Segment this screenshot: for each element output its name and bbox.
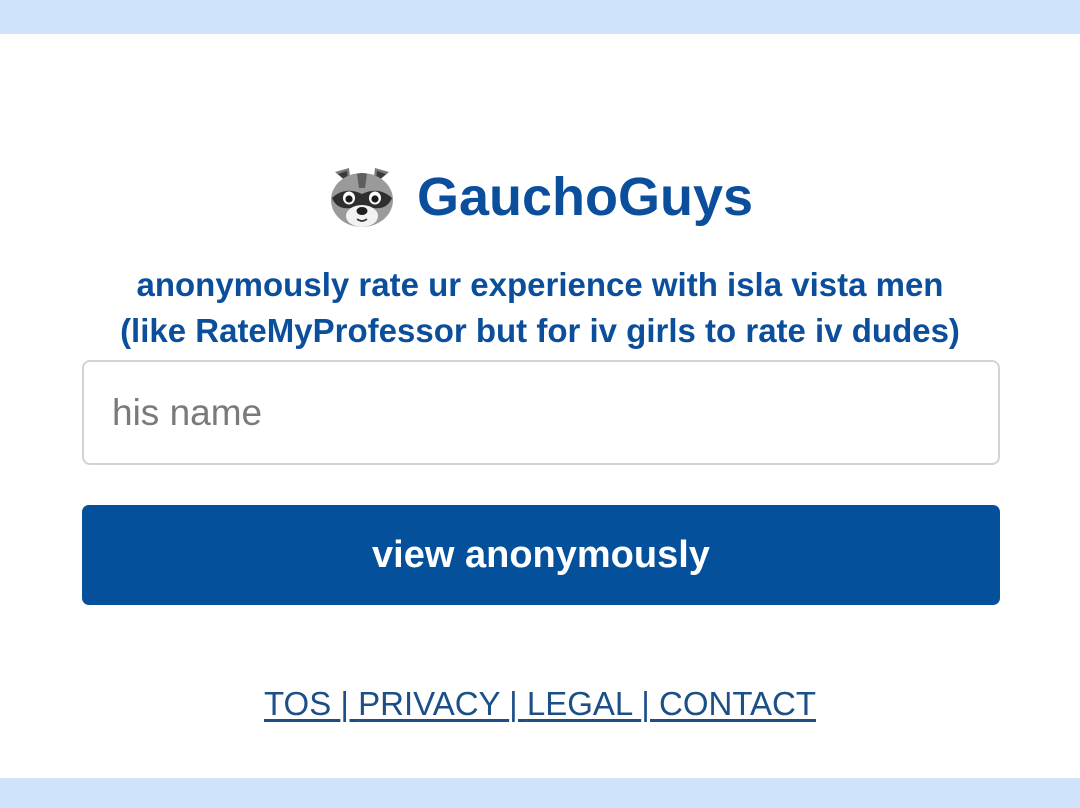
footer-separator: | xyxy=(641,685,659,722)
raccoon-icon xyxy=(330,168,393,227)
footer-separator: | xyxy=(509,685,527,722)
footer-separator: | xyxy=(340,685,359,722)
contact-link[interactable]: CONTACT xyxy=(659,685,816,722)
legal-link[interactable]: LEGAL xyxy=(527,685,641,722)
brand-name: GauchoGuys xyxy=(416,167,754,227)
tagline-line-1: anonymously rate ur experience with isla… xyxy=(136,266,944,303)
his-name-input[interactable] xyxy=(82,360,1000,465)
tagline-line-2: (like RateMyProfessor but for iv girls t… xyxy=(120,312,960,349)
tos-link[interactable]: TOS xyxy=(264,685,340,722)
view-anonymously-button[interactable]: view anonymously xyxy=(82,505,1000,605)
privacy-link[interactable]: PRIVACY xyxy=(358,685,509,722)
brand-header: GauchoGuys xyxy=(0,164,1080,230)
footer-links: TOS | PRIVACY | LEGAL | CONTACT xyxy=(0,684,1080,724)
